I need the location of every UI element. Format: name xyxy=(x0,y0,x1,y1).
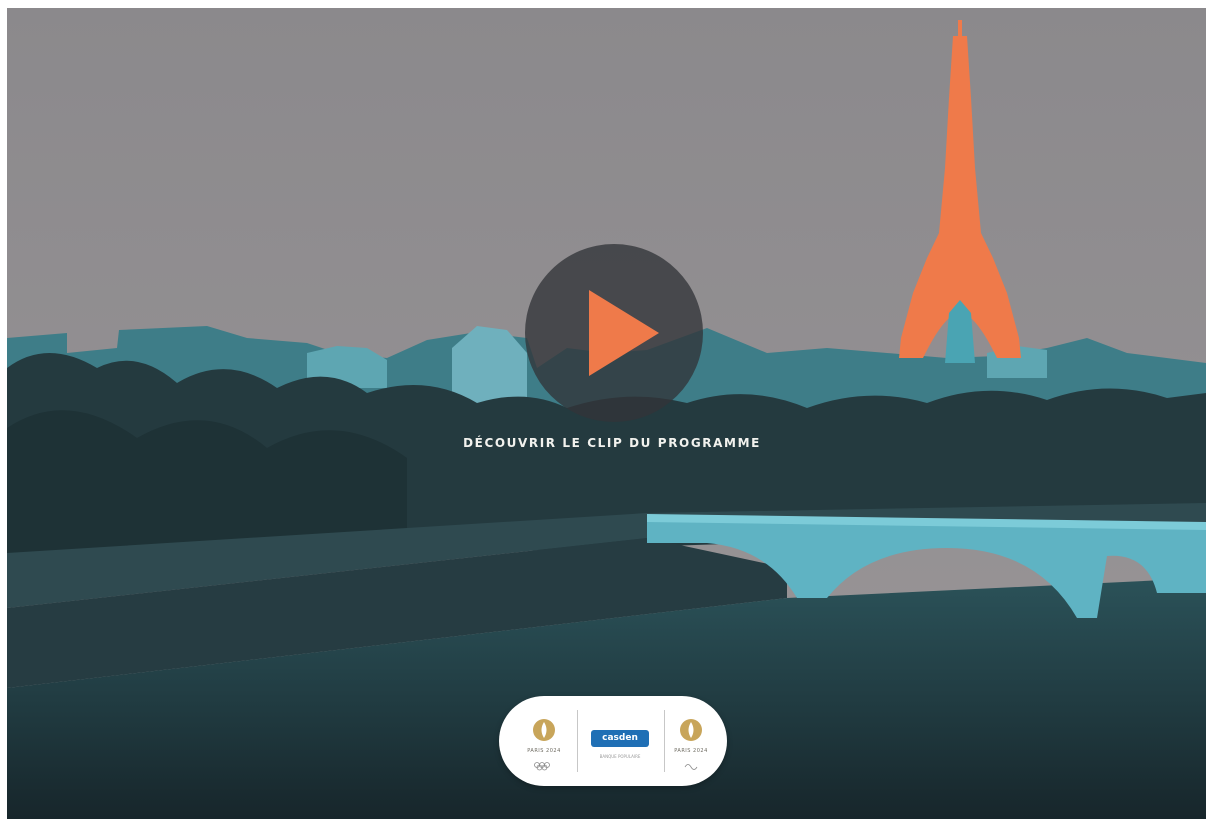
paralympic-flame-logo: PARIS 2024 xyxy=(665,696,717,786)
paralympic-logo-text: PARIS 2024 xyxy=(674,748,708,754)
casden-logo: casden BANQUE POPULAIRE xyxy=(579,696,661,786)
casden-tagline: BANQUE POPULAIRE xyxy=(599,754,641,759)
discover-clip-link[interactable]: DÉCOUVRIR LE CLIP DU PROGRAMME xyxy=(407,436,817,450)
partner-logos: PARIS 2024 casden BANQUE POPULAIRE PARIS… xyxy=(499,696,727,786)
logo-divider xyxy=(577,710,578,772)
video-hero: DÉCOUVRIR LE CLIP DU PROGRAMME PARIS 202… xyxy=(7,8,1206,819)
olympic-flame-logo: PARIS 2024 xyxy=(513,696,575,786)
olympic-logo-text: PARIS 2024 xyxy=(527,748,561,754)
casden-badge: casden xyxy=(591,730,649,747)
play-button[interactable] xyxy=(525,244,703,422)
play-icon xyxy=(589,290,659,376)
